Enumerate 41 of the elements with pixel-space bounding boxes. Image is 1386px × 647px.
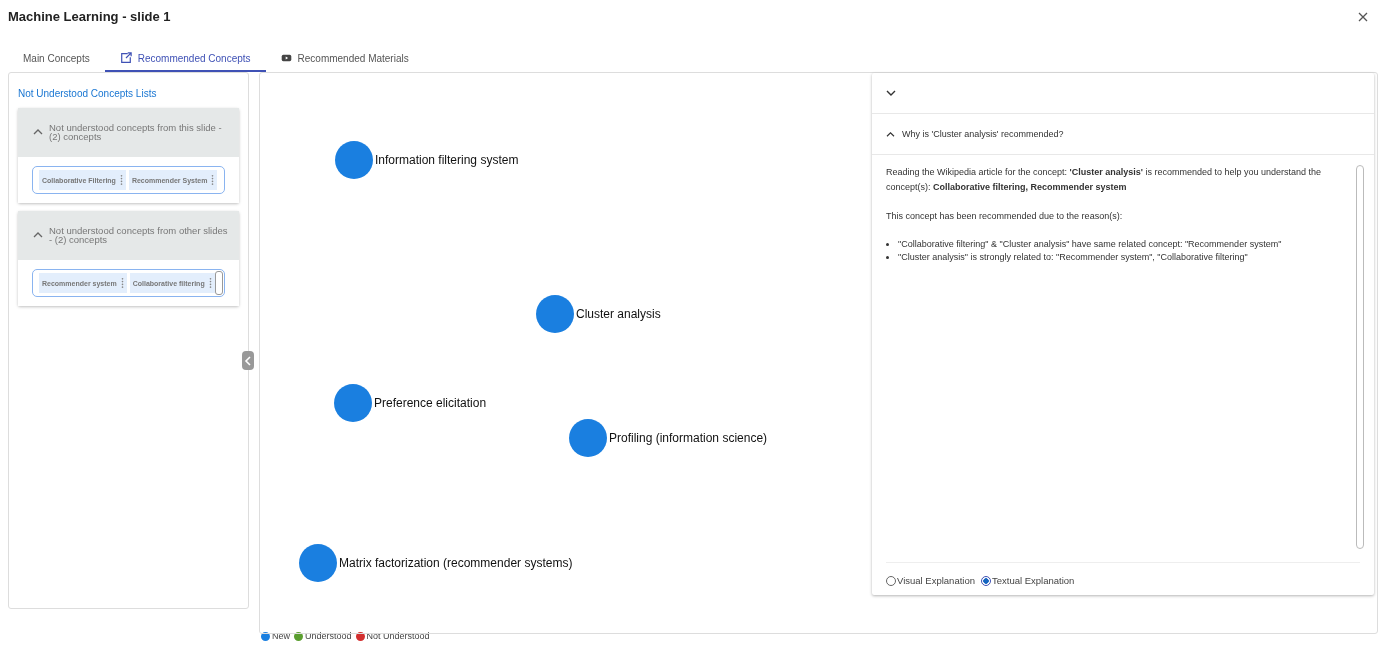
- bullet-icon: [886, 243, 889, 246]
- drag-handle-icon: [208, 277, 212, 289]
- node-label: Information filtering system: [375, 153, 519, 167]
- video-icon: [280, 54, 292, 62]
- accordion-header[interactable]: Not understood concepts from other slides - (2) concepts: [18, 211, 239, 260]
- chevron-up-icon: [33, 128, 43, 136]
- radio-option[interactable]: Textual Explanation: [981, 575, 1075, 586]
- drag-handle-icon: [119, 174, 123, 186]
- node-label: Cluster analysis: [576, 307, 661, 321]
- list-heading[interactable]: Not Understood Concepts Lists: [18, 88, 157, 99]
- close-icon[interactable]: [1358, 12, 1368, 22]
- drag-handle-icon: [211, 174, 215, 186]
- concept-node[interactable]: [299, 544, 337, 582]
- chevron-down-icon: [886, 89, 896, 97]
- explanation-text: Reading the Wikipedia article for the concept: 'Cluster analysis' is recommended to help you understand the concept(s): Collaborative filtering, Recommender system: [886, 166, 1323, 194]
- concept-node[interactable]: [569, 419, 607, 457]
- node-label: Preference elicitation: [374, 396, 487, 410]
- window-title: Machine Learning - slide 1: [8, 8, 171, 24]
- chevron-up-icon: [886, 130, 895, 138]
- accordion-header[interactable]: Why is 'Cluster analysis' recommended?: [872, 114, 1374, 155]
- collapse-handle[interactable]: [242, 351, 254, 370]
- tab[interactable]: Recommended Materials: [265, 46, 424, 72]
- reason-text: "Collaborative filtering" & "Cluster analysis" have same related concept: "Recommender system": [898, 238, 1282, 251]
- node-label: Matrix factorization (recommender systems): [339, 556, 573, 570]
- node-label: Profiling (information science): [609, 431, 768, 445]
- tab[interactable]: Main Concepts: [8, 46, 105, 72]
- concept-node[interactable]: [335, 141, 373, 179]
- chevron-up-icon: [33, 231, 43, 239]
- legend-label: Understood: [305, 631, 352, 641]
- reason-text: "Cluster analysis" is strongly related to: "Recommender system", "Collaborative filtering": [898, 251, 1248, 264]
- tab[interactable]: Recommended Concepts: [104, 46, 266, 72]
- bullet-icon: [886, 256, 889, 259]
- external-link-icon: [119, 52, 132, 64]
- accordion-header[interactable]: Not understood concepts from this slide - (2) concepts: [18, 108, 239, 157]
- scrollbar[interactable]: [215, 271, 223, 295]
- concept-node[interactable]: [536, 295, 574, 333]
- radio-button[interactable]: [981, 575, 991, 586]
- drag-handle-icon: [120, 277, 124, 289]
- reasons-intro: This concept has been recommended due to the reason(s):: [886, 210, 1124, 223]
- concept-node[interactable]: [334, 384, 372, 422]
- radio-option[interactable]: Visual Explanation: [886, 575, 975, 586]
